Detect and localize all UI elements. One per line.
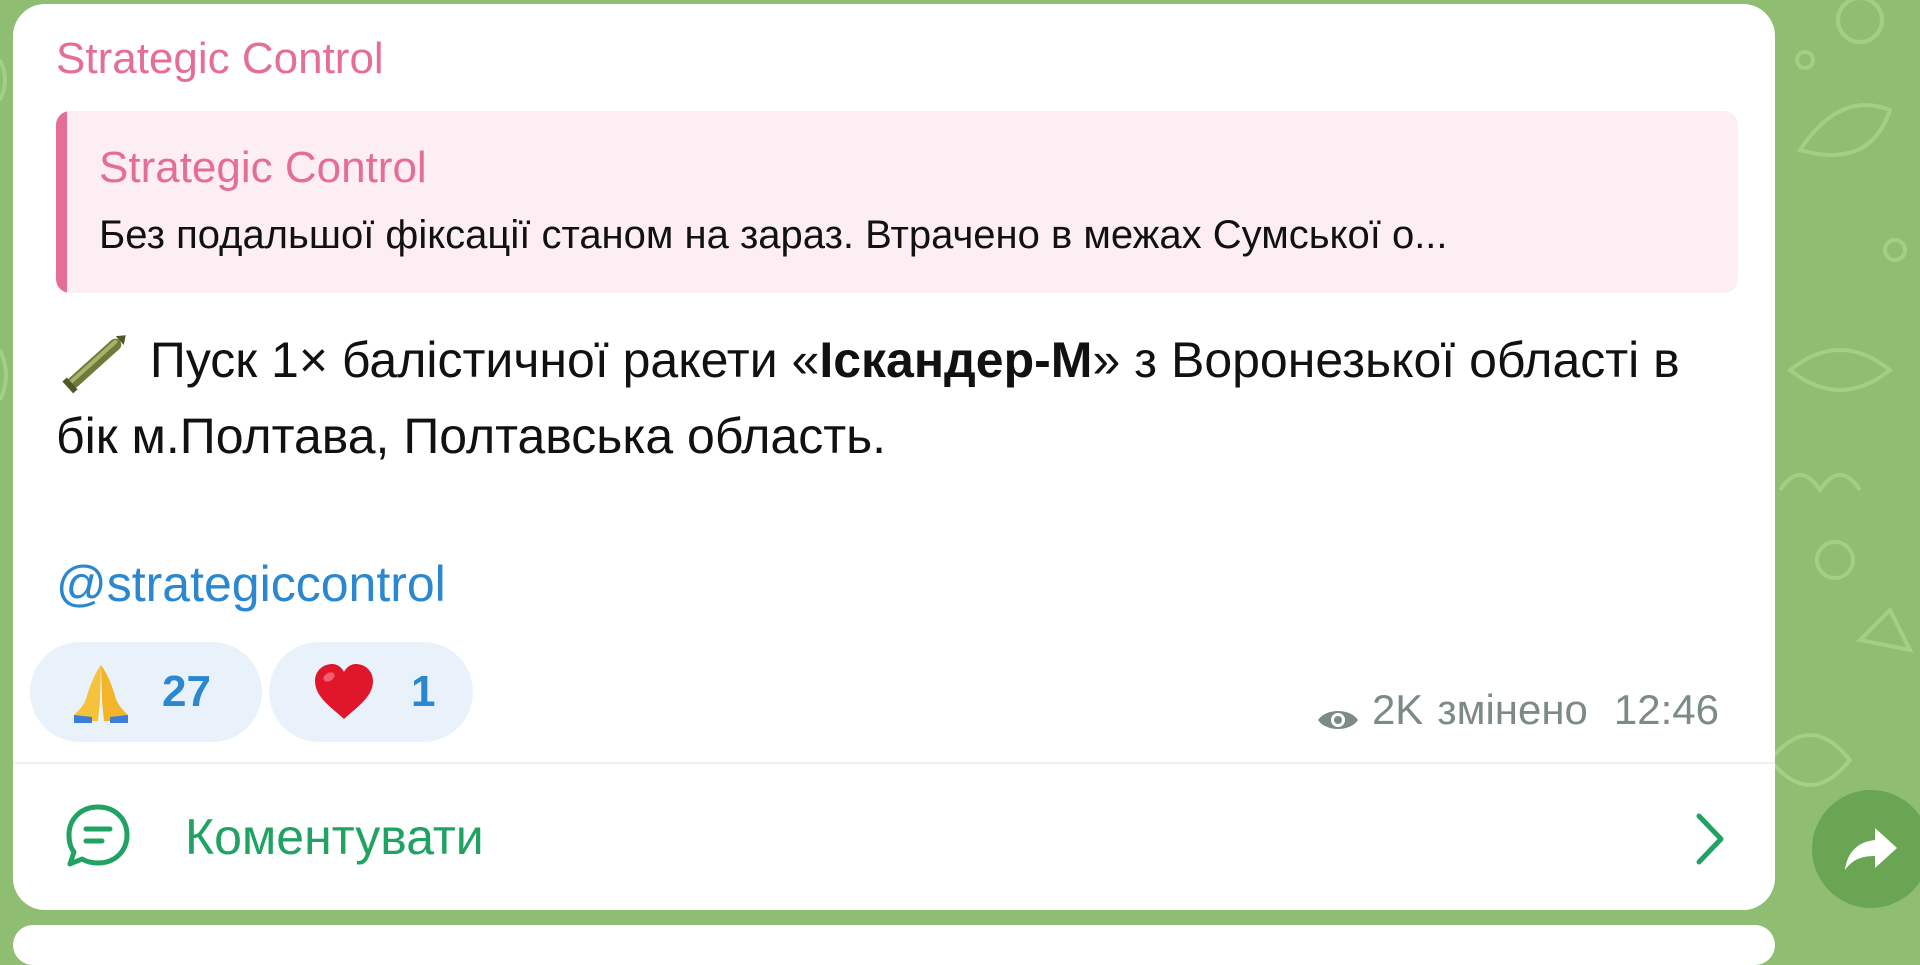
channel-mention-link[interactable]: @strategiccontrol	[56, 552, 446, 616]
message-text-bold: Іскандер-М	[819, 332, 1093, 388]
message-text-start: Пуск 1× балістичної ракети «	[136, 332, 820, 388]
reply-sender-name: Strategic Control	[99, 143, 427, 192]
message-bubble: Strategic Control Strategic Control Без …	[13, 4, 1775, 910]
forward-button[interactable]	[1812, 790, 1920, 908]
reply-accent-bar	[56, 111, 67, 293]
message-meta: 2K змінено 12:46	[1316, 684, 1719, 736]
reaction-heart[interactable]: 1	[269, 642, 473, 742]
view-count: 2K	[1371, 686, 1424, 733]
next-message-bubble	[13, 925, 1775, 965]
message-time: 12:46	[1613, 686, 1719, 733]
comment-bubble-icon	[63, 802, 133, 872]
edited-label: змінено	[1437, 686, 1588, 733]
reaction-pray[interactable]: 27	[30, 642, 262, 742]
forward-arrow-icon	[1843, 824, 1899, 874]
chevron-right-icon	[1693, 812, 1727, 866]
praying-hands-icon	[68, 659, 134, 725]
missile-icon	[56, 322, 136, 398]
reply-text: Без подальшої фіксації станом на зараз. …	[99, 213, 1448, 257]
red-heart-icon	[311, 659, 377, 725]
comments-button[interactable]: Коментувати	[13, 764, 1775, 910]
reaction-count: 1	[411, 667, 436, 716]
reaction-count: 27	[162, 667, 211, 716]
views-eye-icon	[1316, 695, 1360, 729]
message-text: Пуск 1× балістичної ракети «Іскандер-М» …	[56, 322, 1716, 474]
channel-name[interactable]: Strategic Control	[56, 32, 384, 86]
reply-preview[interactable]: Strategic Control Без подальшої фіксації…	[56, 111, 1738, 293]
comment-label: Коментувати	[185, 809, 484, 865]
